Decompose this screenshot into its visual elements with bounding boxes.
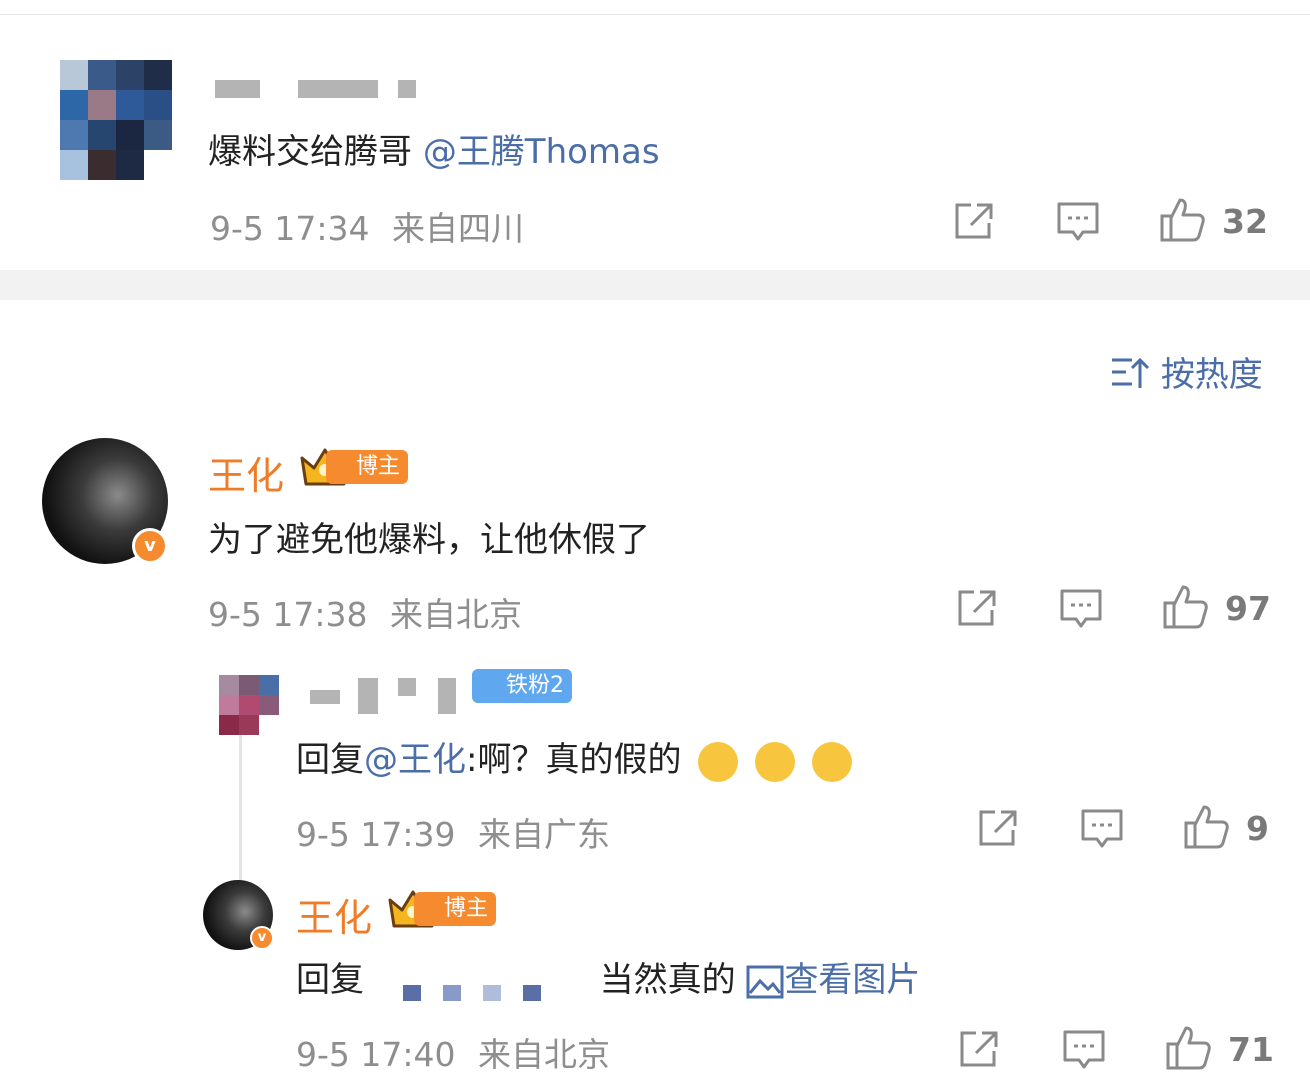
author-name[interactable]: 王化: [208, 445, 284, 500]
blogger-badge: 博主: [414, 892, 497, 926]
mention-link[interactable]: @王腾Thomas: [423, 132, 660, 172]
sort-label: 按热度: [1160, 355, 1263, 395]
reply-prefix: 回复: [296, 960, 364, 1000]
comment-location: 来自北京: [390, 595, 522, 634]
thumbs-up-icon[interactable]: [1164, 1024, 1212, 1072]
thumbs-up-icon[interactable]: [1182, 803, 1230, 851]
sort-icon: [1112, 357, 1150, 388]
thread-line: [239, 730, 242, 880]
top-divider: [0, 14, 1310, 15]
mention-link[interactable]: @王化: [364, 740, 466, 780]
blogger-badge: 博主: [326, 450, 409, 484]
grinning-emoji-icon: [698, 741, 739, 782]
mention-redacted[interactable]: [375, 967, 589, 1001]
share-icon[interactable]: [956, 588, 998, 628]
comment-time: 9-5 17:40: [296, 1035, 456, 1074]
username-redacted: [398, 678, 416, 696]
comment-location: 来自四川: [392, 209, 524, 248]
comment-icon[interactable]: [1080, 808, 1124, 850]
comment-location: 来自广东: [478, 815, 610, 854]
view-image-link[interactable]: 查看图片: [746, 960, 920, 1000]
comment-meta: 9-5 17:40 来自北京: [296, 1028, 610, 1076]
like-count: 32: [1222, 202, 1268, 241]
username-redacted[interactable]: [215, 80, 260, 98]
comment-time: 9-5 17:39: [296, 815, 456, 854]
comment-time: 9-5 17:34: [210, 209, 370, 248]
username-redacted: [358, 678, 378, 714]
verified-v-icon: v: [132, 528, 168, 564]
username-redacted: [298, 80, 378, 98]
username-redacted: [438, 678, 456, 714]
username-redacted: [398, 80, 416, 98]
grinning-emoji-icon: [811, 741, 852, 782]
redact-block: [482, 984, 501, 1001]
share-icon[interactable]: [958, 1029, 1000, 1069]
fan-badge: 铁粉2: [472, 669, 572, 703]
redact-block: [402, 984, 421, 1001]
comment-text: 为了避免他爆料，让他休假了: [208, 520, 650, 560]
image-icon: [746, 965, 784, 998]
redact-block: [522, 984, 541, 1001]
comment-icon[interactable]: [1056, 201, 1100, 243]
username-redacted[interactable]: [310, 690, 340, 704]
view-image-label: 查看图片: [784, 960, 921, 1000]
reply-text: 回复@王化:啊？真的假的: [296, 732, 852, 782]
avatar[interactable]: [60, 60, 172, 180]
thumbs-up-icon[interactable]: [1161, 583, 1209, 631]
thumbs-up-icon[interactable]: [1158, 196, 1206, 244]
comment-time: 9-5 17:38: [208, 595, 368, 634]
reply-text: 回复 当然真的 查看图片: [296, 952, 920, 1001]
comment-location: 来自北京: [478, 1035, 610, 1074]
share-icon[interactable]: [977, 808, 1019, 848]
redact-block: [442, 984, 461, 1001]
comment-text: 爆料交给腾哥 @王腾Thomas: [208, 124, 660, 173]
share-icon[interactable]: [953, 201, 995, 241]
reply-prefix: 回复: [296, 740, 364, 780]
grinning-emoji-icon: [755, 741, 796, 782]
like-count: 71: [1228, 1030, 1274, 1069]
verified-v-icon: v: [250, 926, 274, 950]
reply-body: :啊？真的假的: [466, 740, 682, 780]
like-count: 9: [1246, 809, 1269, 848]
comment-meta: 9-5 17:38 来自北京: [208, 588, 522, 636]
avatar[interactable]: [219, 675, 279, 735]
comment-meta: 9-5 17:39 来自广东: [296, 808, 610, 856]
comment-meta: 9-5 17:34 来自四川: [210, 202, 524, 250]
comment-icon[interactable]: [1059, 588, 1103, 630]
reply-body: 当然真的: [599, 960, 736, 1000]
like-count: 97: [1225, 589, 1271, 628]
sort-button[interactable]: 按热度: [1110, 347, 1263, 396]
comment-icon[interactable]: [1062, 1029, 1106, 1071]
author-name[interactable]: 王化: [296, 887, 372, 942]
section-separator: [0, 270, 1310, 300]
comment-body: 爆料交给腾哥: [208, 132, 412, 172]
